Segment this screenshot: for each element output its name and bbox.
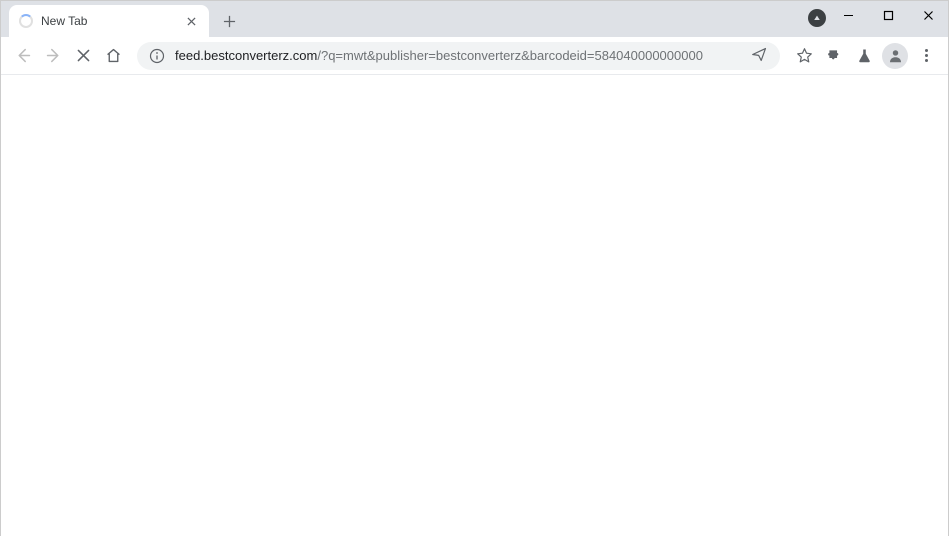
labs-button[interactable] <box>850 42 878 70</box>
arrow-right-icon <box>45 47 62 64</box>
close-icon <box>187 17 196 26</box>
extensions-button[interactable] <box>820 42 848 70</box>
back-button[interactable] <box>9 42 37 70</box>
flask-icon <box>856 47 873 64</box>
loading-spinner-icon <box>19 14 33 28</box>
info-icon <box>149 48 165 64</box>
send-icon <box>751 46 768 63</box>
stop-reload-button[interactable] <box>69 42 97 70</box>
person-icon <box>887 47 904 64</box>
page-content <box>1 75 948 537</box>
minimize-button[interactable] <box>828 1 868 29</box>
dots-vertical-icon <box>925 49 928 62</box>
tab-strip: New Tab <box>1 1 948 37</box>
url-text: feed.bestconverterz.com/?q=mwt&publisher… <box>175 48 743 63</box>
close-icon <box>923 10 934 21</box>
home-icon <box>105 47 122 64</box>
forward-button[interactable] <box>39 42 67 70</box>
new-tab-button[interactable] <box>215 7 243 35</box>
arrow-left-icon <box>15 47 32 64</box>
software-indicator-icon <box>808 9 826 27</box>
menu-button[interactable] <box>912 42 940 70</box>
toolbar: feed.bestconverterz.com/?q=mwt&publisher… <box>1 37 948 75</box>
tab-title: New Tab <box>41 14 183 28</box>
tab-close-button[interactable] <box>183 13 199 29</box>
maximize-icon <box>883 10 894 21</box>
puzzle-icon <box>826 47 843 64</box>
window-controls <box>828 1 948 33</box>
star-icon <box>796 47 813 64</box>
maximize-button[interactable] <box>868 1 908 29</box>
site-info-button[interactable] <box>149 48 165 64</box>
home-button[interactable] <box>99 42 127 70</box>
bookmark-button[interactable] <box>790 42 818 70</box>
close-window-button[interactable] <box>908 1 948 29</box>
address-bar[interactable]: feed.bestconverterz.com/?q=mwt&publisher… <box>137 42 780 70</box>
url-path: /?q=mwt&publisher=bestconverterz&barcode… <box>317 48 703 63</box>
profile-button[interactable] <box>882 43 908 69</box>
minimize-icon <box>843 10 854 21</box>
browser-tab[interactable]: New Tab <box>9 5 209 37</box>
url-domain: feed.bestconverterz.com <box>175 48 317 63</box>
share-button[interactable] <box>751 46 768 66</box>
close-icon <box>75 47 92 64</box>
plus-icon <box>223 15 236 28</box>
